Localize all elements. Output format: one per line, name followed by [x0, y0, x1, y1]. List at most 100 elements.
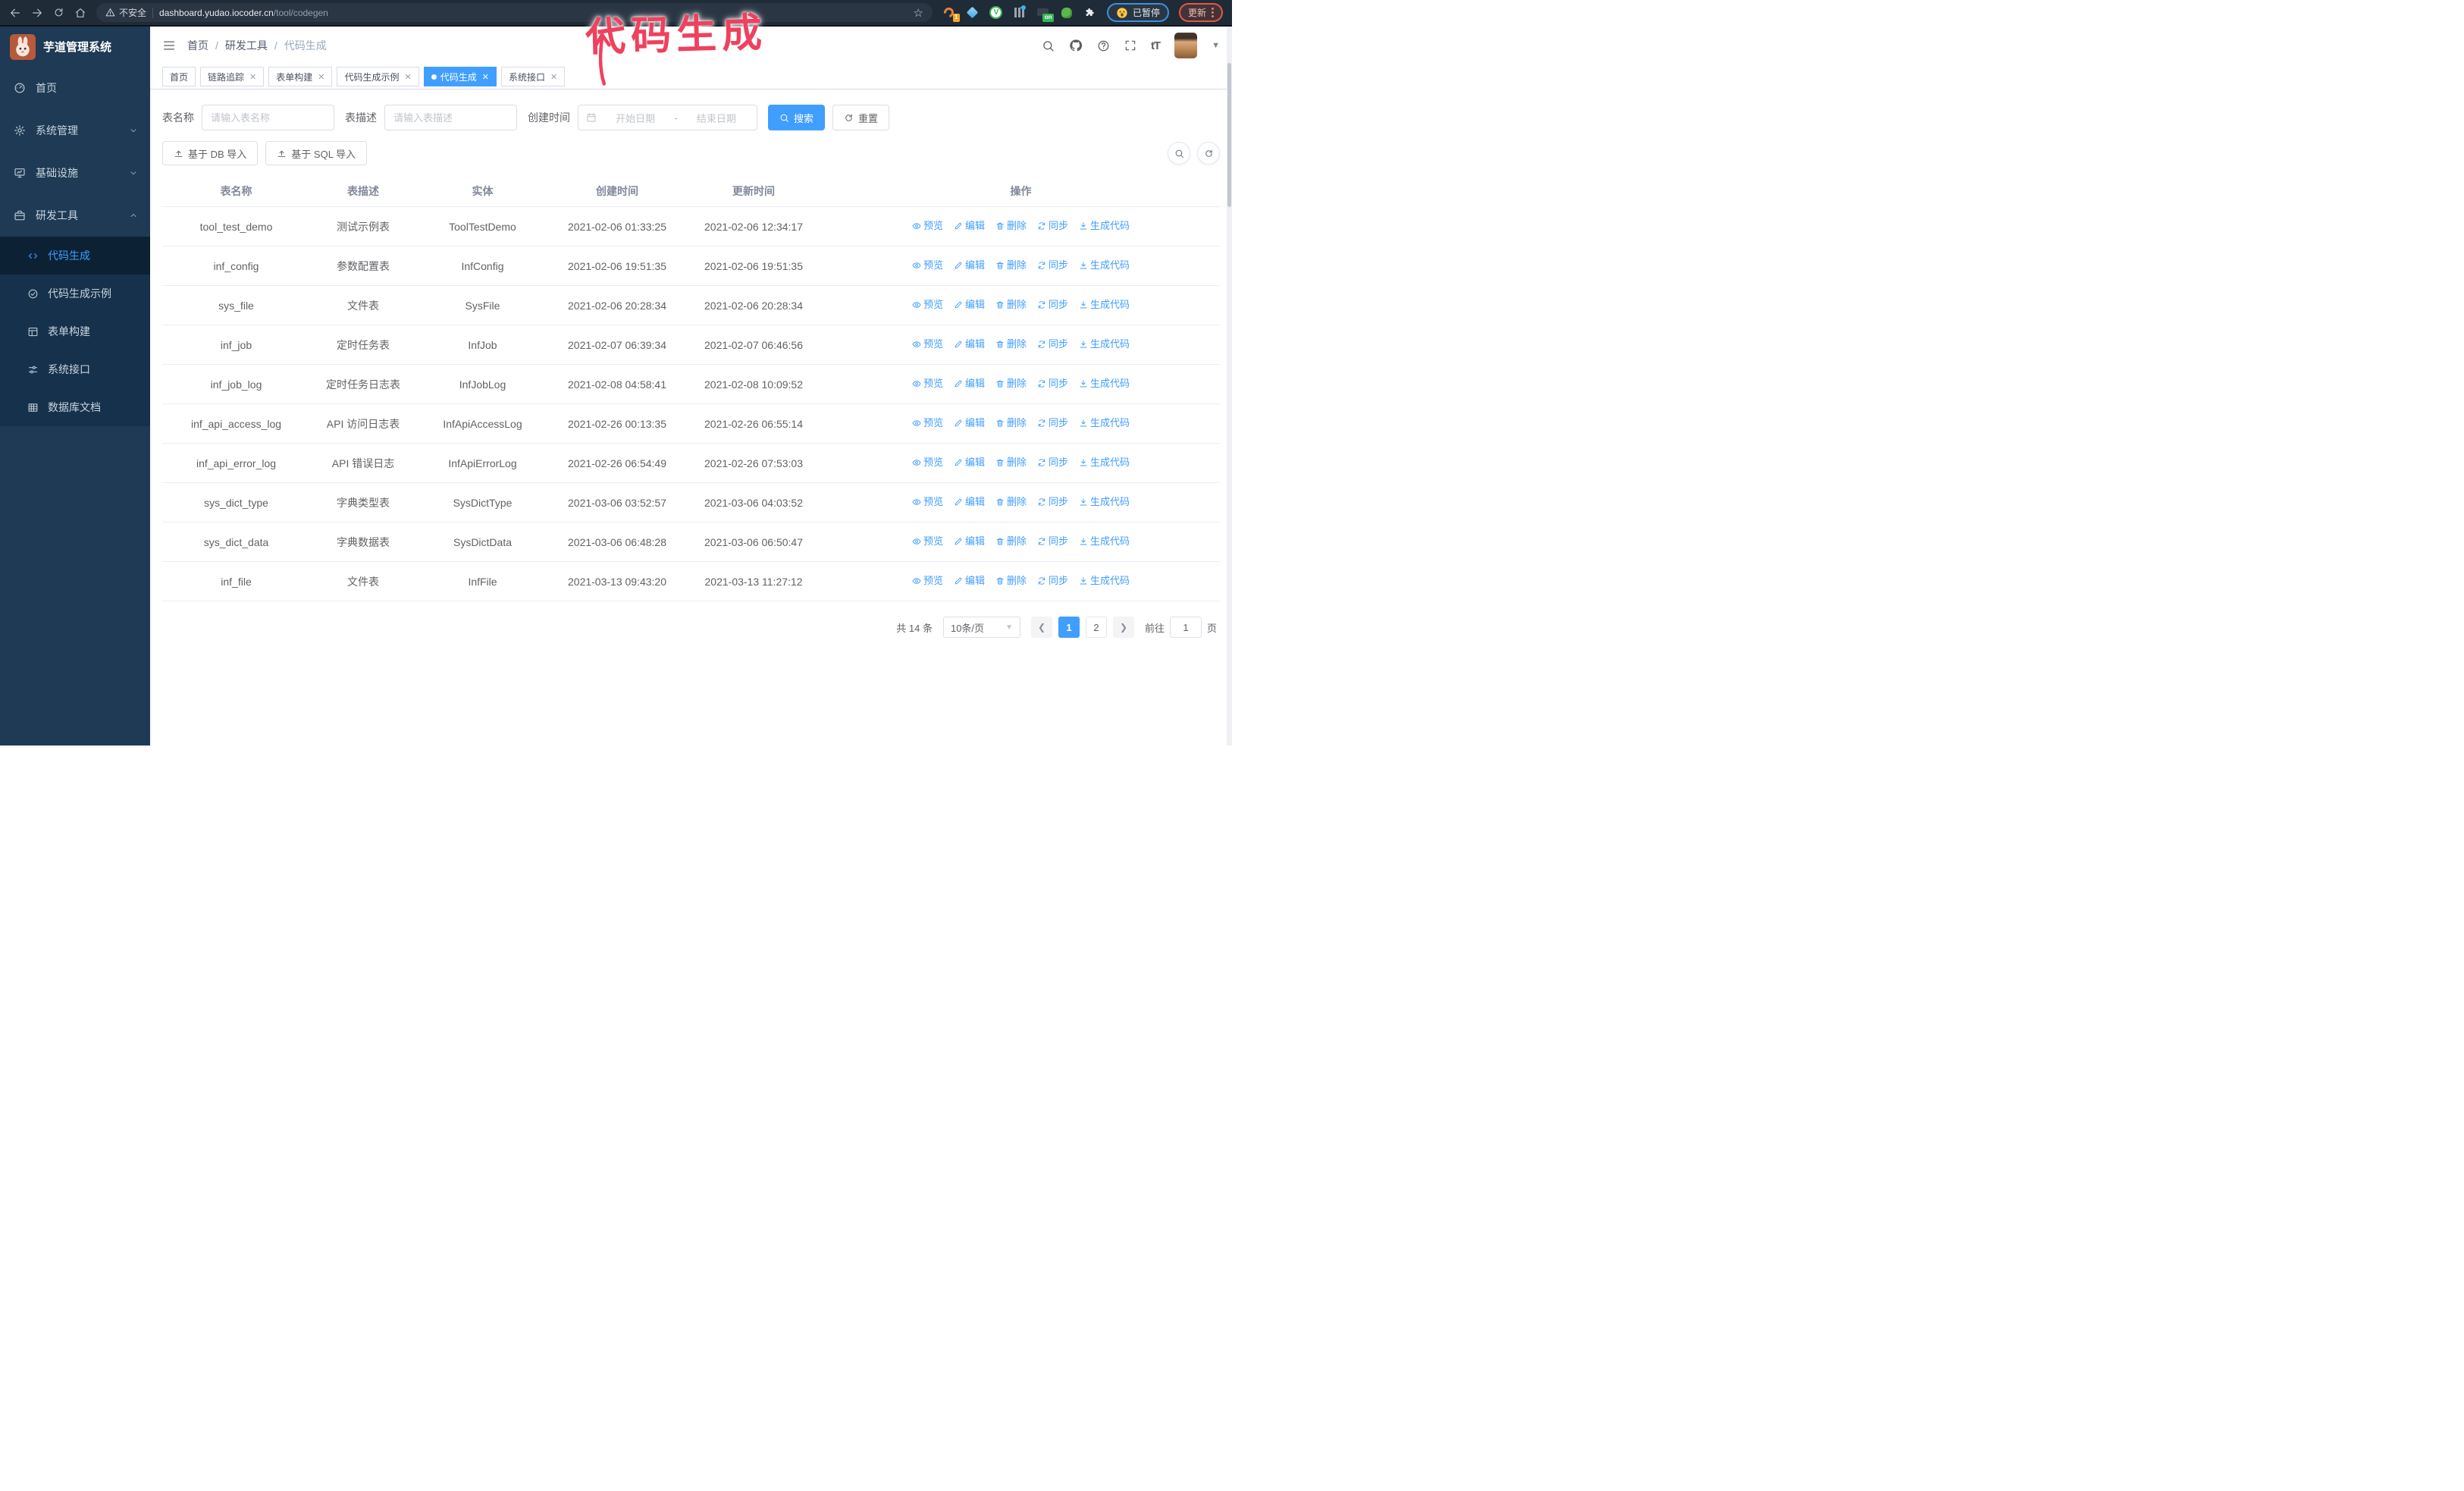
预览-link[interactable]: 预览: [912, 533, 943, 550]
next-page-button[interactable]: ❯: [1112, 617, 1134, 638]
生成代码-link[interactable]: 生成代码: [1079, 573, 1130, 589]
编辑-link[interactable]: 编辑: [954, 454, 985, 471]
删除-link[interactable]: 删除: [995, 533, 1027, 550]
预览-link[interactable]: 预览: [912, 415, 943, 432]
编辑-link[interactable]: 编辑: [954, 257, 985, 274]
update-browser-button[interactable]: 更新: [1178, 3, 1223, 22]
bookmark-star-icon[interactable]: ☆: [914, 6, 923, 20]
同步-link[interactable]: 同步: [1037, 533, 1068, 550]
tab-链路追踪[interactable]: 链路追踪 ✕: [200, 67, 265, 86]
删除-link[interactable]: 删除: [995, 257, 1027, 274]
tab-系统接口[interactable]: 系统接口 ✕: [500, 67, 566, 86]
编辑-link[interactable]: 编辑: [954, 336, 985, 353]
tab-代码生成[interactable]: 代码生成 ✕: [423, 67, 497, 86]
删除-link[interactable]: 删除: [995, 573, 1027, 589]
close-icon[interactable]: ✕: [405, 72, 412, 82]
编辑-link[interactable]: 编辑: [954, 573, 985, 589]
同步-link[interactable]: 同步: [1037, 573, 1068, 589]
reload-icon[interactable]: [53, 7, 64, 18]
生成代码-link[interactable]: 生成代码: [1079, 494, 1130, 510]
chevron-down-icon[interactable]: ▼: [1212, 41, 1220, 50]
删除-link[interactable]: 删除: [995, 454, 1027, 471]
columns-extension-icon[interactable]: [1013, 4, 1027, 20]
scrollbar-thumb[interactable]: [1227, 63, 1231, 207]
search-button[interactable]: 搜索: [768, 105, 826, 130]
orange-ring-extension-icon[interactable]: 1: [942, 5, 960, 22]
address-bar[interactable]: 不安全 dashboard.yudao.iocoder.cn/tool/code…: [96, 3, 933, 22]
删除-link[interactable]: 删除: [995, 297, 1027, 313]
编辑-link[interactable]: 编辑: [954, 218, 985, 234]
date-range-picker[interactable]: 开始日期 - 结束日期: [578, 105, 757, 130]
help-icon[interactable]: [1097, 39, 1110, 52]
green-creature-extension-icon[interactable]: [1060, 6, 1074, 20]
sidebar-subitem-表单构建[interactable]: 表单构建: [0, 312, 150, 350]
github-icon[interactable]: [1069, 39, 1083, 52]
同步-link[interactable]: 同步: [1037, 415, 1068, 432]
table-name-input[interactable]: [202, 105, 334, 130]
删除-link[interactable]: 删除: [995, 494, 1027, 510]
hamburger-icon[interactable]: [162, 39, 176, 52]
security-warning[interactable]: 不安全: [105, 6, 146, 19]
同步-link[interactable]: 同步: [1037, 336, 1068, 353]
goto-page-input[interactable]: [1169, 617, 1202, 638]
back-icon[interactable]: [9, 7, 21, 19]
sidebar-item-基础设施[interactable]: 基础设施: [0, 152, 150, 194]
tab-代码生成示例[interactable]: 代码生成示例 ✕: [337, 67, 419, 86]
refresh-table-button[interactable]: [1197, 142, 1220, 165]
编辑-link[interactable]: 编辑: [954, 494, 985, 510]
删除-link[interactable]: 删除: [995, 336, 1027, 353]
生成代码-link[interactable]: 生成代码: [1079, 297, 1130, 313]
同步-link[interactable]: 同步: [1037, 494, 1068, 510]
同步-link[interactable]: 同步: [1037, 218, 1068, 234]
browser-menu-icon[interactable]: [1212, 8, 1214, 17]
import-sql-button[interactable]: 基于 SQL 导入: [265, 141, 368, 165]
green-v-extension-icon[interactable]: V: [989, 6, 1003, 20]
生成代码-link[interactable]: 生成代码: [1079, 218, 1130, 234]
sidebar-subitem-代码生成示例[interactable]: 代码生成示例: [0, 275, 150, 312]
prev-page-button[interactable]: ❮: [1030, 617, 1052, 638]
编辑-link[interactable]: 编辑: [954, 375, 985, 392]
paused-extension-pill[interactable]: 已暂停: [1106, 3, 1169, 22]
fullscreen-icon[interactable]: [1124, 39, 1136, 52]
breadcrumb-item-首页[interactable]: 首页: [187, 38, 208, 53]
生成代码-link[interactable]: 生成代码: [1079, 375, 1130, 392]
sidebar-subitem-代码生成[interactable]: 代码生成: [0, 237, 150, 275]
forward-icon[interactable]: [31, 7, 43, 19]
font-size-icon[interactable]: tT: [1151, 39, 1161, 52]
close-icon[interactable]: ✕: [550, 72, 557, 82]
tab-表单构建[interactable]: 表单构建 ✕: [268, 67, 333, 86]
同步-link[interactable]: 同步: [1037, 454, 1068, 471]
编辑-link[interactable]: 编辑: [954, 297, 985, 313]
avatar[interactable]: [1174, 33, 1198, 58]
sidebar-subitem-数据库文档[interactable]: 数据库文档: [0, 388, 150, 426]
reset-button[interactable]: 重置: [832, 105, 890, 130]
预览-link[interactable]: 预览: [912, 454, 943, 471]
breadcrumb-item-研发工具[interactable]: 研发工具: [225, 38, 268, 53]
编辑-link[interactable]: 编辑: [954, 533, 985, 550]
预览-link[interactable]: 预览: [912, 257, 943, 274]
生成代码-link[interactable]: 生成代码: [1079, 415, 1130, 432]
home-icon[interactable]: [74, 7, 86, 19]
生成代码-link[interactable]: 生成代码: [1079, 454, 1130, 471]
同步-link[interactable]: 同步: [1037, 297, 1068, 313]
预览-link[interactable]: 预览: [912, 297, 943, 313]
生成代码-link[interactable]: 生成代码: [1079, 336, 1130, 353]
同步-link[interactable]: 同步: [1037, 375, 1068, 392]
page-size-select[interactable]: 10条/页 ▼: [942, 617, 1020, 638]
import-db-button[interactable]: 基于 DB 导入: [162, 141, 259, 165]
生成代码-link[interactable]: 生成代码: [1079, 533, 1130, 550]
sidebar-item-系统管理[interactable]: 系统管理: [0, 109, 150, 152]
删除-link[interactable]: 删除: [995, 415, 1027, 432]
编辑-link[interactable]: 编辑: [954, 415, 985, 432]
page-button-2[interactable]: 2: [1085, 617, 1107, 638]
search-icon[interactable]: [1042, 39, 1055, 52]
同步-link[interactable]: 同步: [1037, 257, 1068, 274]
tab-首页[interactable]: 首页: [162, 67, 196, 86]
close-icon[interactable]: ✕: [249, 72, 256, 82]
app-logo[interactable]: 芋道管理系统: [0, 27, 150, 67]
sidebar-item-研发工具[interactable]: 研发工具: [0, 194, 150, 237]
预览-link[interactable]: 预览: [912, 336, 943, 353]
预览-link[interactable]: 预览: [912, 375, 943, 392]
生成代码-link[interactable]: 生成代码: [1079, 257, 1130, 274]
blue-gem-extension-icon[interactable]: [966, 6, 980, 20]
